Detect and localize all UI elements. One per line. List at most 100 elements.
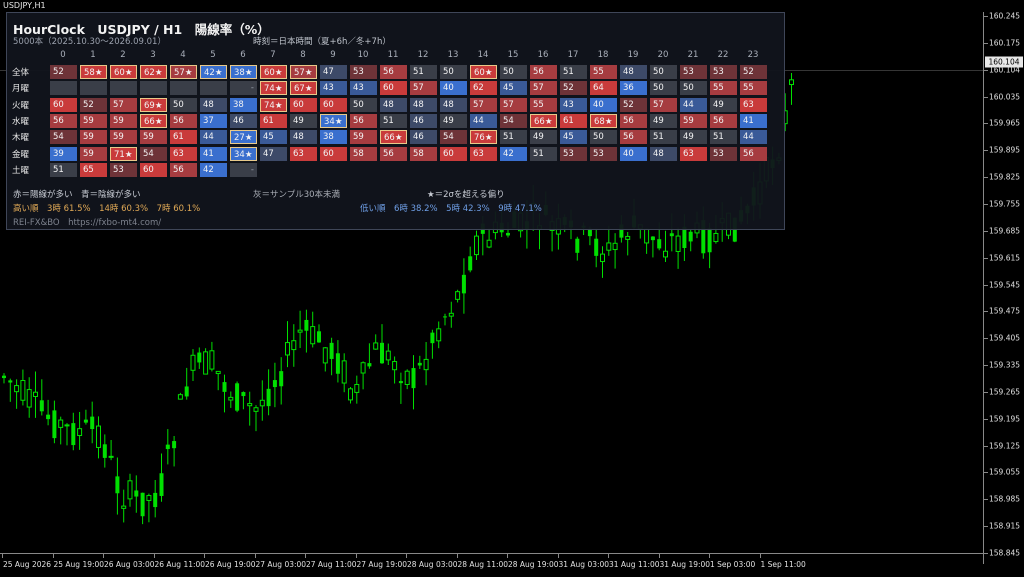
- candle-body: [335, 353, 340, 374]
- heatmap-cell: 39: [50, 146, 77, 161]
- candle-body: [247, 403, 253, 407]
- heatmap-cell: 53: [710, 146, 737, 161]
- time-tick: [52, 554, 54, 558]
- time-tick: [709, 554, 710, 558]
- heatmap-cell: 60: [320, 146, 347, 161]
- candle-body: [241, 392, 246, 397]
- time-tick: [658, 554, 660, 558]
- heatmap-cell: 63: [170, 146, 197, 161]
- candle-body: [272, 380, 277, 388]
- heatmap-cell: [170, 81, 197, 96]
- weekday-label: 火曜: [12, 100, 30, 111]
- candle-body: [348, 388, 353, 401]
- heatmap-cell: 54: [440, 130, 467, 145]
- candle-body: [448, 312, 454, 317]
- candle-body: [209, 350, 215, 370]
- hour-header: 1: [90, 50, 96, 60]
- heatmap-cell: [200, 81, 227, 96]
- price-label: 160.035: [989, 92, 1021, 102]
- candle-body: [594, 238, 599, 256]
- heatmap-cell: 50: [440, 65, 467, 79]
- heatmap-cell: [140, 81, 167, 96]
- hour-header: 22: [717, 50, 729, 60]
- candle-body: [373, 342, 379, 350]
- price-label: 158.985: [989, 494, 1021, 504]
- price-tick: [984, 177, 988, 179]
- heatmap-cell: 60: [320, 97, 347, 112]
- heatmap-cell: 56: [170, 162, 197, 177]
- time-label: 31 Aug 03:00: [558, 560, 610, 569]
- heatmap-cell: 34★: [230, 146, 257, 161]
- candle-body: [474, 235, 479, 256]
- hour-header: 13: [447, 50, 459, 60]
- candle-body: [486, 239, 492, 248]
- weekday-label: 水曜: [12, 116, 30, 127]
- candle-body: [430, 332, 435, 344]
- candle-body: [102, 444, 107, 458]
- candle-body: [650, 236, 655, 241]
- heatmap-cell: 49: [290, 113, 317, 128]
- heatmap-cell: 46: [230, 113, 257, 128]
- candle-body: [367, 363, 372, 367]
- candle-body: [285, 342, 290, 356]
- heatmap-cell: 60: [440, 146, 467, 161]
- price-tick: [984, 553, 988, 554]
- candle-body: [39, 400, 44, 412]
- price-tick: [984, 42, 988, 44]
- price-tick: [984, 499, 988, 501]
- heatmap-cell: 51: [650, 130, 677, 145]
- heatmap-cell: [290, 163, 317, 177]
- price-label: 159.125: [989, 441, 1021, 451]
- heatmap-cell: 74★: [260, 81, 287, 96]
- heatmap-cell: [650, 163, 677, 177]
- credit-link[interactable]: REI-FX&BO https://fxbo-mt4.com/: [13, 216, 161, 228]
- time-axis[interactable]: 25 Aug 2026 25 Aug 19:00 26 Aug 03:00 26 Au…: [0, 553, 983, 577]
- heatmap-cell: 57: [410, 81, 437, 96]
- weekday-label: 金曜: [12, 149, 30, 160]
- heatmap-cell: 56: [350, 113, 377, 128]
- candle-body: [90, 416, 95, 430]
- heatmap-cell: 60: [140, 162, 167, 177]
- legend-high-ranking: 高い順 3時 61.5% 14時 60.3% 7時 60.1%: [13, 204, 201, 214]
- candle-body: [153, 492, 158, 508]
- heatmap-cell: 49: [440, 113, 467, 128]
- candle-body: [600, 253, 605, 263]
- heatmap-cell: 71★: [110, 146, 137, 161]
- heatmap-cell: 51: [380, 113, 407, 128]
- candle-body: [172, 441, 177, 449]
- heatmap-cell: 47: [260, 146, 287, 161]
- candle-body: [291, 340, 297, 351]
- candle-body: [385, 350, 391, 361]
- heatmap-cell: 52: [560, 81, 587, 96]
- heatmap-cell: 40: [590, 97, 617, 112]
- hour-header: 4: [180, 50, 186, 60]
- hour-header: 12: [417, 50, 429, 60]
- candle-body: [96, 425, 101, 448]
- heatmap-cell: 57★: [290, 65, 317, 79]
- heatmap-cell: 54: [50, 130, 77, 145]
- heatmap-cell: 56: [620, 113, 647, 128]
- price-label: 159.405: [989, 333, 1021, 343]
- price-axis[interactable]: 160.245 160.175 160.104 160.035 159.965 159.8…: [983, 12, 1024, 564]
- heatmap-cell: 59: [680, 113, 707, 128]
- candle-body: [411, 368, 416, 389]
- heatmap-cell: 53: [110, 162, 137, 177]
- candle-body: [165, 444, 170, 450]
- legend-gray: 灰＝サンプル30本未満: [253, 190, 341, 200]
- heatmap-cell: 43: [320, 81, 347, 96]
- heatmap-cell: 50: [170, 97, 197, 112]
- window-title: USDJPY,H1: [0, 0, 1024, 12]
- heatmap-cell: 53: [560, 146, 587, 161]
- heatmap-cell: 62★: [140, 65, 167, 79]
- heatmap-cell: 61: [260, 113, 287, 128]
- price-tick: [984, 391, 988, 393]
- hour-header: 11: [387, 50, 399, 60]
- candle-body: [317, 331, 321, 343]
- heatmap-cell: 56: [380, 146, 407, 161]
- time-tick: [305, 554, 306, 558]
- candle-body: [423, 358, 429, 371]
- heatmap-cell: 48: [380, 97, 407, 112]
- hour-header: 21: [687, 50, 699, 60]
- heatmap-cell: 76★: [470, 130, 497, 145]
- time-tick: [254, 554, 256, 558]
